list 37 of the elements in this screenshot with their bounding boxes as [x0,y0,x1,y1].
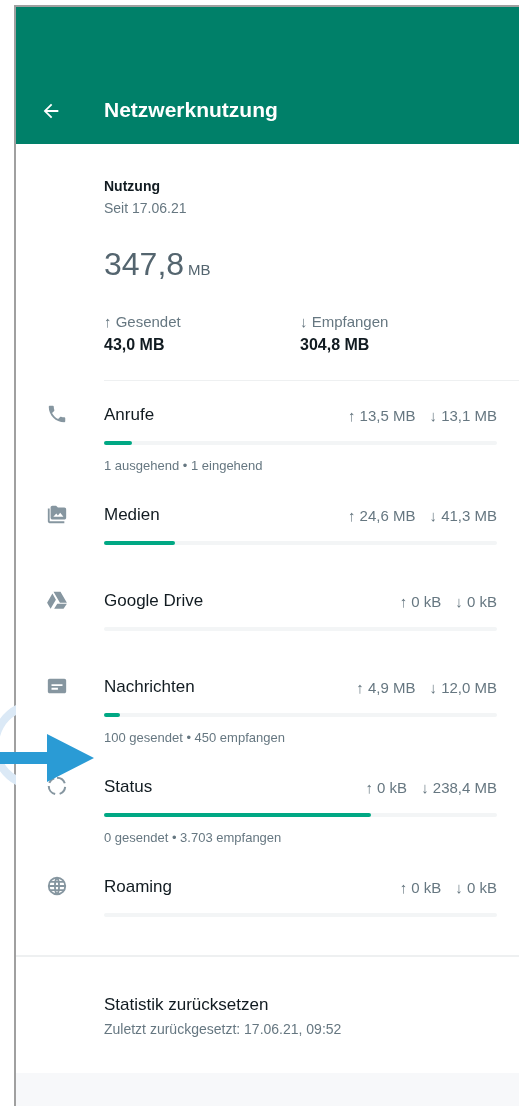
received-label: ↓ Empfangen [300,313,390,330]
received-amount: ↓ 41,3 MB [429,506,497,524]
received-amount: ↓ 0 kB [455,592,497,610]
message-counts: 1 ausgehend • 1 eingehend [104,458,264,473]
screen-title: Netzwerknutzung [104,98,278,122]
category-name: Roaming [104,877,174,897]
category-name: Medien [104,505,161,525]
sent-amount: ↑ 24,6 MB [347,506,416,524]
last-reset-text: Zuletzt zurückgesetzt: 17.06.21, 09:52 [104,1021,343,1037]
message-counts: 0 gesendet • 3.703 empfangen [104,830,283,845]
sent-value: 43,0 MB [104,336,166,354]
usage-label: Nutzung [104,178,161,194]
total-unit: MB [188,261,211,278]
received-amount: ↓ 0 kB [455,878,497,896]
photo-album-icon [46,503,68,525]
total-usage: 347,8 [104,246,185,283]
received-amount: ↓ 238,4 MB [421,778,497,796]
category-name: Google Drive [104,591,205,611]
received-amount: ↓ 13,1 MB [429,406,497,424]
sent-amount: ↑ 0 kB [399,878,442,896]
received-value: 304,8 MB [300,336,371,354]
sent-amount: ↑ 13,5 MB [347,406,416,424]
category-name: Anrufe [104,405,156,425]
received-amount: ↓ 12,0 MB [429,678,497,696]
sent-amount: ↑ 4,9 MB [356,678,416,696]
sent-amount: ↑ 0 kB [399,592,442,610]
category-name: Status [104,777,154,797]
category-name: Nachrichten [104,677,196,697]
since-date: Seit 17.06.21 [104,200,188,216]
message-counts: 100 gesendet • 450 empfangen [104,730,286,745]
globe-icon [46,875,68,897]
sent-amount: ↑ 0 kB [365,778,408,796]
phone-icon [46,403,68,425]
reset-statistics-button[interactable]: Statistik zurücksetzen [104,995,269,1015]
status-ring-icon [46,775,68,797]
drive-icon [46,589,68,611]
sent-label: ↑ Gesendet [104,313,182,330]
